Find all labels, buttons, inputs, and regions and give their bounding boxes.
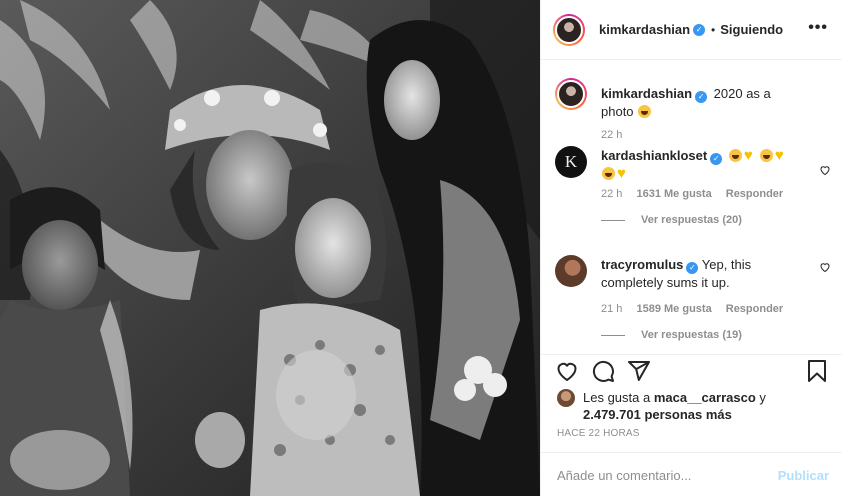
yellow-heart-emoji-icon (744, 147, 758, 164)
yellow-heart-emoji-icon (617, 165, 631, 182)
comment-time[interactable]: 22 h (601, 188, 622, 200)
commenter-avatar[interactable]: K (555, 146, 587, 178)
commenter-username[interactable]: kardashiankloset (601, 148, 707, 163)
liker-username[interactable]: maca__carrasco (654, 390, 756, 405)
caption-username[interactable]: kimkardashian (601, 86, 692, 101)
publish-button[interactable]: Publicar (778, 468, 829, 483)
comments-list[interactable]: kimkardashian ✓ 2020 as a photo 22 h K ka… (541, 60, 842, 354)
heart-icon[interactable] (555, 359, 579, 383)
post-photo[interactable] (0, 0, 540, 496)
reply-button[interactable]: Responder (726, 303, 783, 315)
likes-summary[interactable]: Les gusta a maca__carrasco y 2.479.701 p… (557, 389, 766, 423)
commenter-avatar[interactable] (555, 255, 587, 287)
verified-icon: ✓ (695, 91, 708, 103)
share-icon[interactable] (627, 359, 651, 383)
likes-conjunction: y (759, 390, 766, 405)
view-replies-label: Ver respuestas (19) (641, 329, 742, 341)
commenter-username[interactable]: tracyromulus (601, 257, 683, 272)
likes-prefix: Les gusta a (583, 390, 651, 405)
laughing-emoji-icon (638, 105, 652, 118)
comment-likes[interactable]: 1589 Me gusta (636, 303, 711, 315)
view-replies-button[interactable]: Ver respuestas (20) (601, 214, 831, 226)
verified-icon: ✓ (693, 23, 706, 36)
caption-time[interactable]: 22 h (601, 129, 622, 141)
following-button[interactable]: Siguiendo (720, 22, 783, 37)
comment-item: K kardashiankloset✓ 22 h 1631 Me gusta R… (555, 146, 831, 226)
post-image (0, 0, 540, 496)
likes-count[interactable]: 2.479.701 personas más (583, 407, 732, 422)
post-timestamp[interactable]: HACE 22 HORAS (557, 428, 640, 439)
comment-likes[interactable]: 1631 Me gusta (636, 188, 711, 200)
action-icons (555, 359, 829, 383)
header-separator: • (711, 22, 716, 37)
comment-time[interactable]: 21 h (601, 303, 622, 315)
reply-button[interactable]: Responder (726, 188, 783, 200)
view-replies-button[interactable]: Ver respuestas (19) (601, 329, 831, 341)
comment-icon[interactable] (591, 359, 615, 383)
more-options-icon[interactable]: ••• (808, 20, 828, 36)
caption-avatar[interactable] (555, 78, 587, 110)
author-username[interactable]: kimkardashian (599, 22, 690, 37)
bookmark-icon[interactable] (805, 359, 829, 383)
author-avatar[interactable] (553, 13, 585, 46)
like-comment-heart-icon[interactable] (819, 261, 831, 273)
caption: kimkardashian ✓ 2020 as a photo 22 h (555, 78, 831, 141)
yellow-heart-emoji-icon (775, 147, 789, 164)
comment-input[interactable] (557, 467, 778, 483)
post-actions: Les gusta a maca__carrasco y 2.479.701 p… (541, 354, 842, 496)
add-comment-bar: Publicar (541, 452, 842, 496)
post-side-panel: kimkardashian ✓ • Siguiendo ••• kimkarda… (540, 0, 842, 496)
comment-item: tracyromulus ✓ Yep, this completely sums … (555, 255, 831, 341)
verified-icon: ✓ (686, 262, 699, 274)
liker-avatar (557, 389, 575, 407)
post-header: kimkardashian ✓ • Siguiendo ••• (541, 0, 842, 60)
laughing-emoji-icon (728, 149, 742, 162)
laughing-emoji-icon (602, 167, 615, 180)
like-comment-heart-icon[interactable] (819, 164, 831, 176)
replies-divider (601, 334, 625, 336)
verified-icon: ✓ (710, 153, 723, 165)
view-replies-label: Ver respuestas (20) (641, 214, 742, 226)
replies-divider (601, 219, 625, 221)
laughing-emoji-icon (759, 149, 773, 162)
